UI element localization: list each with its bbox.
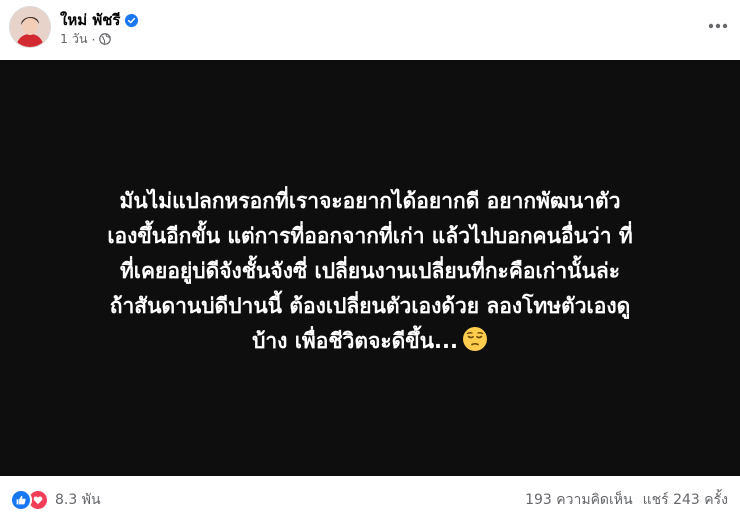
verified-badge-icon xyxy=(125,13,139,27)
post-footer: 8.3 พัน 193 ความคิดเห็น แชร์ 243 ครั้ง xyxy=(0,476,740,514)
post-text-background: มันไม่แปลกหรอกที่เราจะอยากได้อยากดี อยาก… xyxy=(0,60,740,476)
globe-icon[interactable] xyxy=(99,33,112,45)
more-options-button[interactable] xyxy=(702,10,734,42)
post-text: มันไม่แปลกหรอกที่เราจะอยากได้อยากดี อยาก… xyxy=(107,188,633,353)
engagement-stats: 193 ความคิดเห็น แชร์ 243 ครั้ง xyxy=(525,489,728,511)
post-text-block: มันไม่แปลกหรอกที่เราจะอยากได้อยากดี อยาก… xyxy=(40,184,700,363)
more-dots-icon xyxy=(708,23,728,29)
post-time[interactable]: 1 วัน xyxy=(60,29,88,49)
pensive-face-emoji xyxy=(462,326,488,363)
reaction-count: 8.3 พัน xyxy=(55,492,101,508)
post-meta: 1 วัน · xyxy=(60,29,112,49)
comments-count[interactable]: 193 ความคิดเห็น xyxy=(525,489,633,511)
shares-count[interactable]: แชร์ 243 ครั้ง xyxy=(643,489,728,511)
like-icon xyxy=(10,489,32,511)
avatar-photo xyxy=(10,7,50,47)
meta-separator: · xyxy=(91,31,96,47)
post-header: ใหม่ พัชรี 1 วัน · xyxy=(0,0,740,58)
reactions-summary[interactable]: 8.3 พัน xyxy=(10,489,101,511)
author-avatar[interactable] xyxy=(10,7,50,47)
